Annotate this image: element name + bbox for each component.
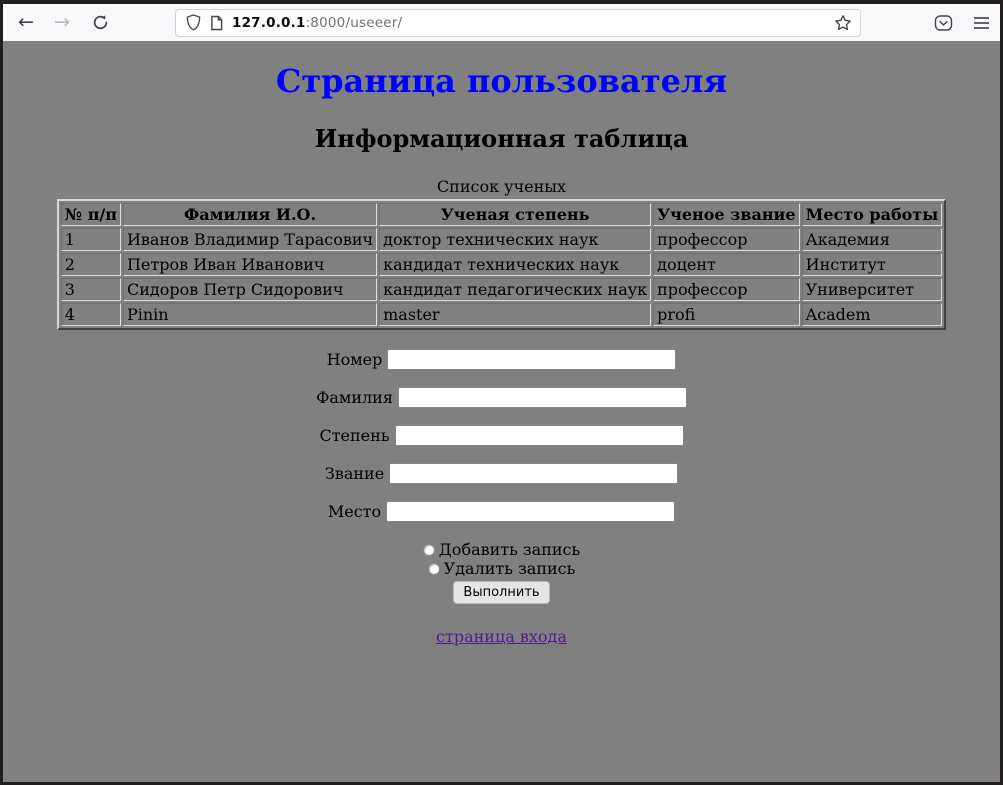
form-row-number: Номер [3,349,1000,370]
table-cell: Сидоров Петр Сидорович [123,278,377,301]
bookmark-star-icon[interactable] [834,14,852,32]
url-host: 127.0.0.1 [232,15,306,31]
back-icon[interactable]: ← [17,11,35,35]
table-caption: Список ученых [57,177,947,199]
column-header: № п/п [61,203,121,226]
radio-row-delete: Удалить запись [3,559,1000,578]
pocket-icon[interactable] [934,14,953,32]
table-row: 4PininmasterprofiAcadem [61,303,943,326]
title-label: Звание [325,464,384,483]
title-input[interactable] [389,463,678,484]
table-cell: Академия [802,228,943,251]
column-header: Ученое звание [653,203,799,226]
url-bar[interactable]: 127.0.0.1:8000/useeer/ [175,9,861,37]
table-cell: Институт [802,253,943,276]
page-content: Страница пользователя Информационная таб… [3,41,1000,782]
form-row-degree: Степень [3,425,1000,446]
table-cell: доцент [653,253,799,276]
page-subtitle: Информационная таблица [3,124,1000,153]
action-radio-group: Добавить запись Удалить запись [3,540,1000,578]
surname-input[interactable] [398,387,687,408]
delete-record-radio[interactable] [428,563,440,575]
degree-input[interactable] [395,425,684,446]
table-cell: Academ [802,303,943,326]
table-row: 1Иванов Владимир Тарасовичдоктор техниче… [61,228,943,251]
execute-button[interactable]: Выполнить [453,581,549,604]
table-cell: кандидат технических наук [379,253,651,276]
table-cell: master [379,303,651,326]
add-record-label: Добавить запись [439,540,580,559]
url-path: :8000/useeer/ [306,15,403,31]
scientists-table: Список ученых № п/пФамилия И.О.Ученая ст… [57,177,947,330]
table-cell: кандидат педагогических наук [379,278,651,301]
forward-icon: → [53,11,71,35]
form-row-place: Место [3,501,1000,522]
number-input[interactable] [387,349,676,370]
table-cell: 4 [61,303,121,326]
column-header: Ученая степень [379,203,651,226]
table-body: 1Иванов Владимир Тарасовичдоктор техниче… [61,228,943,326]
number-label: Номер [327,350,383,369]
table-cell: доктор технических наук [379,228,651,251]
menu-icon[interactable] [973,16,990,30]
surname-label: Фамилия [316,388,393,407]
column-header: Фамилия И.О. [123,203,377,226]
form-row-surname: Фамилия [3,387,1000,408]
reload-icon[interactable] [91,11,109,35]
table-cell: Иванов Владимир Тарасович [123,228,377,251]
table-cell: profi [653,303,799,326]
table-cell: 2 [61,253,121,276]
browser-window: ← → 127.0.0.1:8000/useeer/ [0,0,1003,785]
form-row-title: Звание [3,463,1000,484]
url-text[interactable]: 127.0.0.1:8000/useeer/ [232,15,402,31]
table-header-row: № п/пФамилия И.О.Ученая степеньУченое зв… [61,203,943,226]
table-cell: Университет [802,278,943,301]
table-cell: профессор [653,228,799,251]
browser-toolbar: ← → 127.0.0.1:8000/useeer/ [3,4,1000,41]
table-cell: профессор [653,278,799,301]
table-cell: Петров Иван Иванович [123,253,377,276]
shield-icon[interactable] [186,14,201,31]
link-row: страница входа [3,627,1000,646]
login-page-link[interactable]: страница входа [436,627,567,646]
add-record-radio[interactable] [423,544,435,556]
button-row: Выполнить [3,581,1000,604]
table-cell: 1 [61,228,121,251]
table-cell: 3 [61,278,121,301]
radio-row-add: Добавить запись [3,540,1000,559]
table-row: 2Петров Иван Ивановичкандидат технически… [61,253,943,276]
toolbar-right-icons [934,14,1000,32]
page-title: Страница пользователя [3,62,1000,100]
page-info-icon[interactable] [210,15,223,31]
column-header: Место работы [802,203,943,226]
degree-label: Степень [319,426,389,445]
table-cell: Pinin [123,303,377,326]
table-row: 3Сидоров Петр Сидоровичкандидат педагоги… [61,278,943,301]
place-label: Место [328,502,381,521]
delete-record-label: Удалить запись [444,559,576,578]
place-input[interactable] [386,501,675,522]
